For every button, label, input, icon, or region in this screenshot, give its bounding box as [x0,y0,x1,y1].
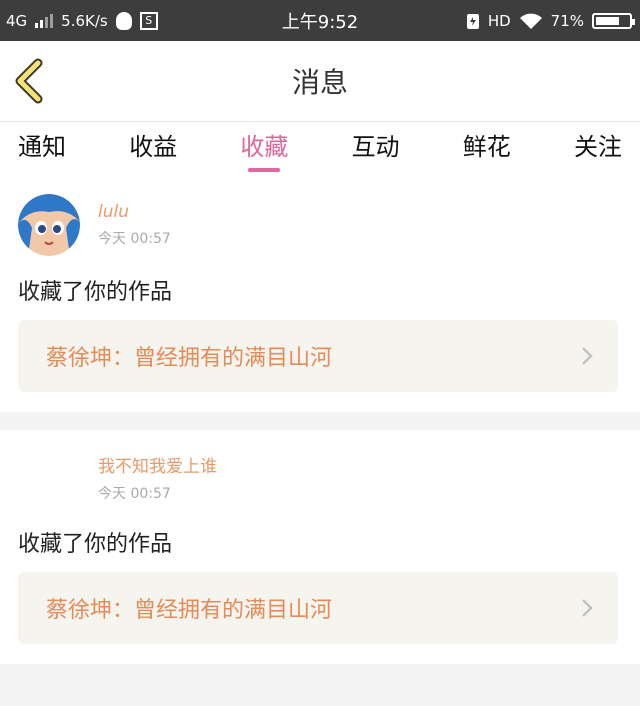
work-link[interactable]: 蔡徐坤：曾经拥有的满目山河 [18,320,618,392]
tab-earnings[interactable]: 收益 [129,122,177,176]
action-text: 收藏了你的作品 [18,532,173,557]
status-right: HD 71% [466,11,635,30]
chevron-right-icon [582,347,593,365]
network-type: 4G [6,11,28,30]
message-time: 今天 00:57 [98,231,171,247]
message-card: 我不知我爱上谁 今天 00:57 收藏了你的作品 蔡徐坤：曾经拥有的满目山河 [0,430,640,664]
signal-icon [35,13,54,28]
user-row: lulu 今天 00:57 [18,192,618,258]
work-title: 蔡徐坤：曾经拥有的满目山河 [46,598,333,623]
tab-flowers[interactable]: 鲜花 [463,122,511,176]
user-row: 我不知我爱上谁 今天 00:57 [18,444,618,510]
status-left: 4G 5.6K/s S [6,11,158,30]
network-speed: 5.6K/s [61,11,108,30]
action-text: 收藏了你的作品 [18,280,173,305]
tab-following[interactable]: 关注 [574,122,622,176]
status-bar: 4G 5.6K/s S 上午9:52 HD 71% [0,0,640,41]
wifi-icon [519,13,542,29]
page-title: 消息 [291,66,348,99]
battery-saver-icon [466,13,479,29]
back-button[interactable] [10,57,50,105]
tab-bar: 通知 收益 收藏 互动 鲜花 关注 [0,122,640,176]
work-link[interactable]: 蔡徐坤：曾经拥有的满目山河 [18,572,618,644]
user-meta: 我不知我爱上谁 今天 00:57 [98,452,217,503]
work-title: 蔡徐坤：曾经拥有的满目山河 [46,346,333,371]
username[interactable]: lulu [98,202,171,222]
chevron-right-icon [582,599,593,617]
message-card: lulu 今天 00:57 收藏了你的作品 蔡徐坤：曾经拥有的满目山河 [0,176,640,412]
battery-percent: 71% [550,11,584,30]
tab-favorites[interactable]: 收藏 [240,122,288,176]
username[interactable]: 我不知我爱上谁 [98,452,217,477]
top-nav: 消息 [0,41,640,122]
tab-interactions[interactable]: 互动 [352,122,400,176]
tab-notifications[interactable]: 通知 [18,122,66,176]
s-app-icon: S [139,11,158,30]
hd-indicator: HD [487,11,511,30]
message-time: 今天 00:57 [98,485,171,502]
battery-icon [592,12,635,29]
user-avatar[interactable] [18,194,80,256]
user-meta: lulu 今天 00:57 [98,202,171,248]
user-avatar[interactable] [18,446,80,508]
qq-icon [115,11,132,30]
